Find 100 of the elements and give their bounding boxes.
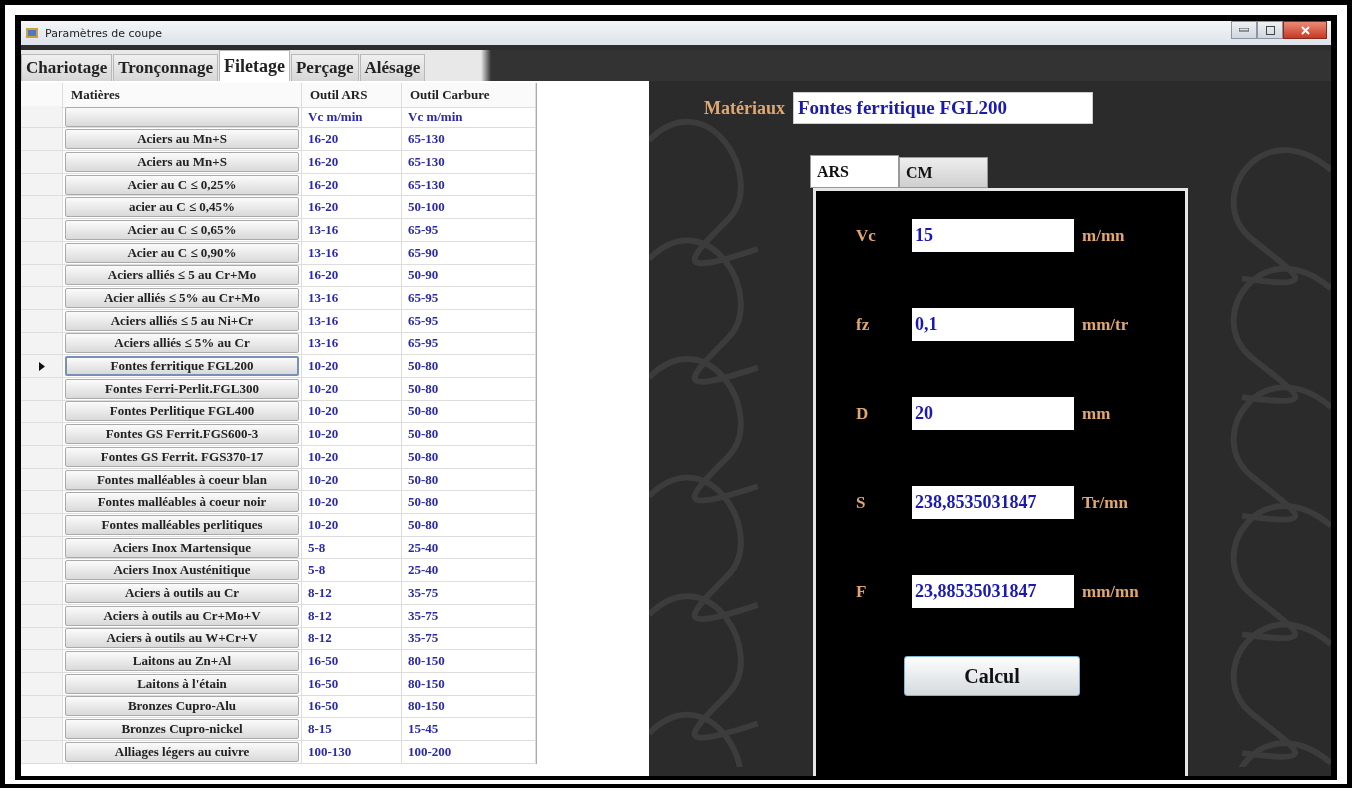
table-cell-text: 15-45: [407, 721, 439, 738]
material-button[interactable]: Aciers alliés ≤ 5% au Cr: [65, 333, 299, 354]
close-button[interactable]: [1283, 21, 1327, 39]
table-cell-text: 50-90: [407, 267, 439, 284]
material-button[interactable]: Aciers alliés ≤ 5 au Cr+Mo: [65, 265, 299, 286]
material-button[interactable]: Acier au C ≤ 0,25%: [65, 174, 299, 195]
table-cell-text: 8-12: [307, 607, 332, 624]
field-label: Vc: [856, 225, 877, 246]
material-button[interactable]: Alliages légers au cuivre: [65, 741, 299, 762]
field-label: Matériaux: [704, 97, 785, 119]
table-cell-text: 8-15: [307, 721, 332, 738]
material-button[interactable]: [65, 106, 299, 127]
table-cell-text: 65-95: [407, 290, 439, 307]
material-button[interactable]: Aciers à outils au Cr: [65, 582, 299, 603]
row-pointer-icon: [38, 361, 45, 371]
input-field[interactable]: 20: [912, 397, 1074, 430]
input-field[interactable]: 15: [912, 219, 1074, 252]
material-button[interactable]: Aciers alliés ≤ 5 au Ni+Cr: [65, 310, 299, 331]
table-cell-text: 80-150: [407, 653, 445, 670]
table-cell-text: 65-95: [407, 335, 439, 352]
field-label: F: [856, 581, 868, 602]
table-cell-text: 16-20: [307, 153, 339, 170]
table-cell-text: 13-16: [307, 312, 339, 329]
table-cell-text: 10-20: [307, 471, 339, 488]
unit-label: mm/tr: [1082, 314, 1129, 335]
material-button[interactable]: Aciers Inox Martensique: [65, 537, 299, 558]
table-cell-text: 50-80: [407, 494, 439, 511]
material-button[interactable]: acier au C ≤ 0,45%: [65, 197, 299, 218]
tab[interactable]: Chariotage: [21, 54, 113, 81]
material-button[interactable]: Bronzes Cupro-Alu: [65, 696, 299, 717]
material-field[interactable]: Fontes ferritique FGL200: [793, 92, 1093, 124]
table-cell-text: 50-80: [407, 380, 439, 397]
table-cell-text: 16-50: [307, 698, 339, 715]
unit-label: mm/mn: [1082, 581, 1139, 602]
table-cell-text: 100-200: [407, 743, 452, 760]
table-cell-text: 35-75: [407, 607, 439, 624]
material-button[interactable]: Fontes malléables perlitiques: [65, 514, 299, 535]
material-button[interactable]: Laitons au Zn+Al: [65, 651, 299, 672]
table-cell-text: 50-80: [407, 471, 439, 488]
tab[interactable]: CM: [899, 157, 988, 188]
table-cell-text: 65-130: [407, 131, 445, 148]
material-button[interactable]: Fontes Ferri-Perlit.FGL300: [65, 378, 299, 399]
tab[interactable]: Perçage: [291, 54, 359, 81]
table-cell-text: 25-40: [407, 562, 439, 579]
input-field[interactable]: 238,8535031847: [912, 486, 1074, 519]
table-cell-text: 80-150: [407, 698, 445, 715]
table-cell-text: 13-16: [307, 244, 339, 261]
material-button[interactable]: Aciers à outils au W+Cr+V: [65, 628, 299, 649]
maximize-icon: [1265, 25, 1275, 35]
material-button[interactable]: Aciers Inox Austénitique: [65, 560, 299, 581]
material-button[interactable]: Fontes malléables à coeur blan: [65, 469, 299, 490]
field-label: fz: [856, 314, 871, 335]
table-cell-text: 35-75: [407, 584, 439, 601]
input-field[interactable]: 0,1: [912, 308, 1074, 341]
tab[interactable]: Tronçonnage: [113, 54, 218, 81]
table-cell-text: 16-20: [307, 131, 339, 148]
field-label: S: [856, 492, 867, 513]
table-cell-text: 16-50: [307, 675, 339, 692]
table-cell-text: 65-95: [407, 312, 439, 329]
unit-label: mm: [1082, 403, 1111, 424]
material-button[interactable]: Bronzes Cupro-nickel: [65, 719, 299, 740]
material-button[interactable]: Aciers à outils au Cr+Mo+V: [65, 605, 299, 626]
table-cell-text: 5-8: [307, 539, 326, 556]
table-cell-text: 13-16: [307, 221, 339, 238]
material-button[interactable]: Aciers au Mn+S: [65, 151, 299, 172]
maximize-button[interactable]: [1257, 21, 1283, 39]
input-field[interactable]: 23,88535031847: [912, 575, 1074, 608]
table-cell-text: 8-12: [307, 630, 332, 647]
minimize-icon: [1239, 28, 1249, 32]
table-cell-text: 8-12: [307, 584, 332, 601]
table-cell-text: 5-8: [307, 562, 326, 579]
table-cell-text: 50-80: [407, 358, 439, 375]
table-cell-text: 50-80: [407, 403, 439, 420]
tab[interactable]: Filetage: [219, 50, 290, 81]
material-button[interactable]: Fontes malléables à coeur noir: [65, 492, 299, 513]
material-button[interactable]: Acier au C ≤ 0,90%: [65, 242, 299, 263]
material-button[interactable]: Acier alliés ≤ 5% au Cr+Mo: [65, 288, 299, 309]
material-button[interactable]: Acier au C ≤ 0,65%: [65, 219, 299, 240]
material-button[interactable]: Fontes Perlitique FGL400: [65, 401, 299, 422]
tab[interactable]: ARS: [810, 155, 899, 188]
window-title: Paramètres de coupe: [45, 26, 162, 40]
calculate-button[interactable]: Calcul: [904, 656, 1080, 696]
material-button[interactable]: Fontes GS Ferrit.FGS600-3: [65, 424, 299, 445]
material-button[interactable]: Laitons à l'étain: [65, 673, 299, 694]
material-button[interactable]: Aciers au Mn+S: [65, 129, 299, 150]
app-icon: [25, 26, 39, 40]
unit-label: m/mn: [1082, 225, 1125, 246]
close-icon: [1300, 25, 1310, 35]
material-button[interactable]: Fontes GS Ferrit. FGS370-17: [65, 446, 299, 467]
row-header[interactable]: [21, 355, 63, 378]
tab[interactable]: Alésage: [359, 54, 426, 81]
table-cell-text: 16-50: [307, 653, 339, 670]
table-cell-text: 50-100: [407, 199, 445, 216]
table-cell-text: 50-80: [407, 426, 439, 443]
column-header: Outil ARS: [302, 83, 402, 108]
table-cell-text: 16-20: [307, 267, 339, 284]
material-button[interactable]: Fontes ferritique FGL200: [65, 356, 299, 377]
table-cell-text: 10-20: [307, 426, 339, 443]
table-cell-text: Vc m/min: [307, 108, 363, 125]
table-cell-text: 65-90: [407, 244, 439, 261]
